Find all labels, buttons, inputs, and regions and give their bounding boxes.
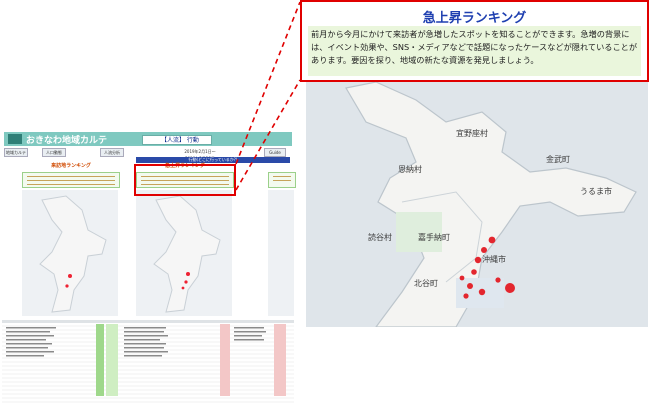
enlarged-map[interactable]: 宜野座村 金武町 うるま市 恩納村 読谷村 嘉手納町 沖縄市 北谷町 — [306, 82, 648, 327]
ranking-table-rows — [2, 320, 294, 403]
map-label: 沖縄市 — [482, 255, 506, 264]
panel-map[interactable] — [268, 190, 294, 316]
app-title: おきなわ地域カルテ — [26, 136, 108, 146]
hotspot-marker — [481, 247, 487, 253]
dashboard-header: おきなわ地域カルテ 【人流】 行動 — [4, 132, 292, 146]
highlight-box — [134, 164, 236, 196]
third-panel-partial — [266, 162, 296, 322]
hotspot-marker — [495, 277, 501, 283]
map-label: 嘉手納町 — [418, 233, 450, 242]
tab-population[interactable]: 人口動態 — [42, 148, 66, 157]
hotspot-marker — [478, 288, 486, 296]
header-mode-box[interactable]: 【人流】 行動 — [142, 135, 212, 145]
map-label: 宜野座村 — [456, 129, 488, 138]
panel-map[interactable] — [136, 190, 232, 316]
ranking-table — [2, 320, 294, 412]
header-mode-label: 【人流】 行動 — [161, 137, 199, 144]
zoom-title: 急上昇ランキング — [422, 11, 527, 26]
map-label: うるま市 — [580, 187, 612, 196]
tab-guide[interactable]: Guide — [264, 148, 286, 157]
hotspot-marker — [505, 283, 515, 293]
app-logo-icon — [8, 134, 22, 144]
tab-region[interactable]: 地域カルテ — [4, 148, 28, 157]
panel-description — [268, 172, 296, 188]
map-label: 北谷町 — [414, 279, 438, 288]
panel-map[interactable] — [22, 190, 118, 316]
map-label: 読谷村 — [368, 233, 392, 242]
hotspot-marker — [463, 293, 469, 299]
hotspot-markers — [459, 236, 515, 299]
map-label: 金武町 — [546, 155, 570, 164]
map-label: 恩納村 — [398, 165, 422, 174]
hotspot-marker — [488, 236, 496, 244]
hotspot-marker — [474, 256, 482, 264]
hotspot-marker — [467, 283, 473, 289]
hotspot-marker — [471, 269, 477, 275]
visit-ranking-panel: 来訪地ランキング — [20, 162, 122, 322]
panel-description — [22, 172, 120, 188]
zoom-description: 前月から今月にかけて来訪者が急増したスポットを知ることができます。急増の背景には… — [308, 26, 641, 76]
zoom-callout: 急上昇ランキング 前月から今月にかけて来訪者が急増したスポットを知ることができま… — [300, 0, 649, 82]
hotspot-marker — [459, 275, 465, 281]
period-text: 2019年2月1日～2019年2月28日 — [180, 148, 220, 161]
tab-flow[interactable]: 人流分析 — [100, 148, 124, 157]
panel-title: 来訪地ランキング — [51, 163, 91, 169]
